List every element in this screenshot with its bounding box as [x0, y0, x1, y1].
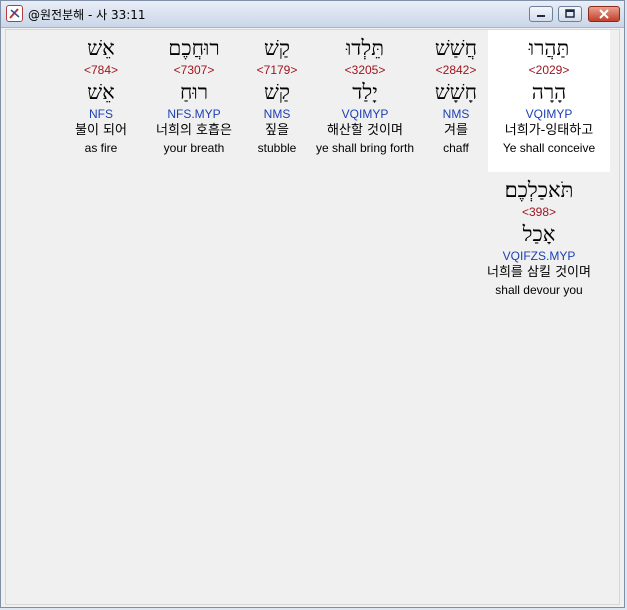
- title-bar[interactable]: @원전분해 - 사 33:11: [1, 1, 624, 28]
- close-button[interactable]: [588, 6, 620, 22]
- korean-gloss: 너희를 삼킬 것이며: [487, 265, 591, 280]
- close-icon: [599, 9, 609, 19]
- minimize-button[interactable]: [529, 6, 553, 22]
- word-column[interactable]: אֵשׁ <784> אֵשׁ NFS 불이 되어 as fire: [40, 30, 162, 156]
- app-window: @원전분해 - 사 33:11 תַּהֲרוּ <2029> הָרָה VQ…: [0, 0, 625, 608]
- strong-number[interactable]: <398>: [459, 204, 619, 220]
- window-title: @원전분해 - 사 33:11: [28, 8, 146, 22]
- english-gloss: shall devour you: [495, 283, 583, 297]
- strong-number[interactable]: <784>: [40, 62, 162, 78]
- hebrew-word[interactable]: אֵשׁ: [40, 30, 162, 62]
- maximize-icon: [565, 9, 575, 18]
- minimize-icon: [537, 15, 545, 17]
- lemma-word[interactable]: אָכַל: [459, 220, 619, 248]
- morphology-code[interactable]: VQIFZS.MYP: [459, 248, 619, 264]
- korean-gloss: 불이 되어: [75, 123, 127, 138]
- hebrew-word[interactable]: תֹּאכַלְכֶם׃: [459, 176, 619, 204]
- english-gloss: as fire: [84, 141, 118, 155]
- lemma-word[interactable]: אֵשׁ: [40, 78, 162, 106]
- word-column[interactable]: תֹּאכַלְכֶם׃ <398> אָכַל VQIFZS.MYP 너희를 …: [459, 176, 619, 298]
- verse-analysis-panel: תַּהֲרוּ <2029> הָרָה VQIMYP 너희가-잉태하고 Ye…: [5, 29, 620, 605]
- app-icon[interactable]: [6, 5, 23, 22]
- morphology-code[interactable]: NFS: [40, 106, 162, 122]
- maximize-button[interactable]: [558, 6, 582, 22]
